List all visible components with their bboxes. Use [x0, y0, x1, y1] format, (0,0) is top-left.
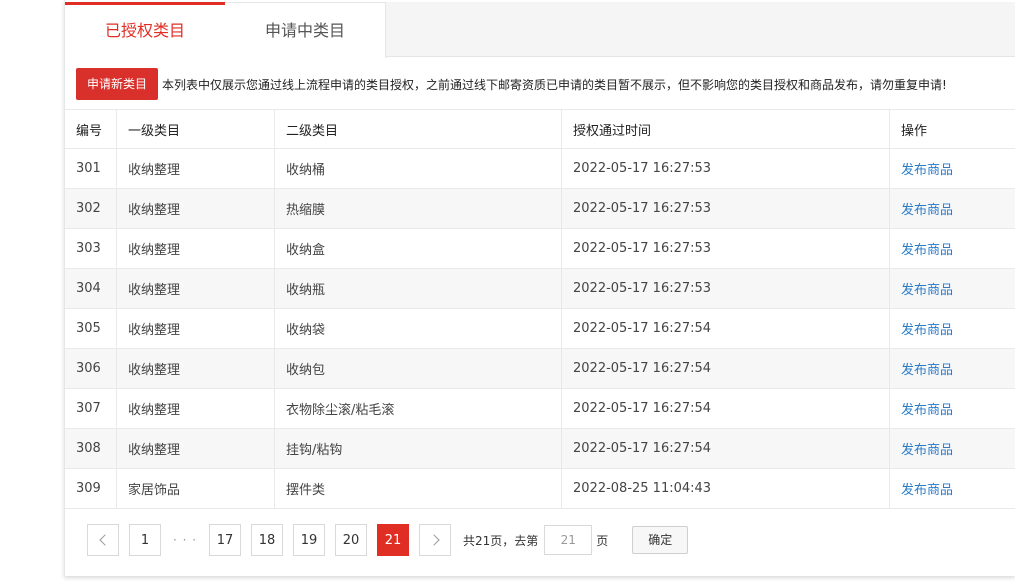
cell-approval-time: 2022-05-17 16:27:54 — [562, 429, 890, 468]
cell-level2-category: 收纳桶 — [275, 149, 562, 188]
publish-product-link[interactable]: 发布商品 — [901, 399, 953, 418]
cell-actions: 发布商品 — [890, 469, 1015, 508]
header-actions: 操作 — [901, 123, 928, 139]
chevron-left-icon — [98, 534, 111, 546]
cell-approval-time: 2022-05-17 16:27:53 — [562, 189, 890, 228]
next-page-button[interactable] — [419, 524, 451, 556]
total-pages-text: 共21页，去第 — [463, 533, 539, 548]
table-row: 305 收纳整理 收纳袋 2022-05-17 16:27:54 发布商品 — [65, 309, 1015, 349]
tab-bar: 已授权类目 申请中类目 — [65, 2, 1015, 58]
publish-product-link[interactable]: 发布商品 — [901, 439, 953, 458]
tab-pending-categories[interactable]: 申请中类目 — [225, 2, 386, 58]
publish-product-link[interactable]: 发布商品 — [901, 199, 953, 218]
page-button-17[interactable]: 17 — [209, 524, 241, 556]
table-row: 301 收纳整理 收纳桶 2022-05-17 16:27:53 发布商品 — [65, 149, 1015, 189]
cell-level2-category: 衣物除尘滚/粘毛滚 — [275, 389, 562, 428]
cell-id: 301 — [65, 149, 117, 188]
cell-level2-category: 收纳袋 — [275, 309, 562, 348]
confirm-goto-button[interactable]: 确定 — [632, 526, 689, 554]
cell-actions: 发布商品 — [890, 229, 1015, 268]
cell-level1-category: 收纳整理 — [117, 389, 275, 428]
notice-bar: 申请新类目 本列表中仅展示您通过线上流程申请的类目授权，之前通过线下邮寄资质已申… — [76, 68, 947, 100]
cell-level2-category: 挂钩/粘钩 — [275, 429, 562, 468]
cell-actions: 发布商品 — [890, 309, 1015, 348]
table-row: 303 收纳整理 收纳盒 2022-05-17 16:27:53 发布商品 — [65, 229, 1015, 269]
table-row: 304 收纳整理 收纳瓶 2022-05-17 16:27:53 发布商品 — [65, 269, 1015, 309]
cell-level2-category: 收纳盒 — [275, 229, 562, 268]
table-header-row: 编号 一级类目 二级类目 授权通过时间 操作 — [65, 110, 1015, 149]
cell-level2-category: 收纳瓶 — [275, 269, 562, 308]
table-row: 306 收纳整理 收纳包 2022-05-17 16:27:54 发布商品 — [65, 349, 1015, 389]
page-suffix: 页 — [596, 533, 609, 548]
cell-actions: 发布商品 — [890, 349, 1015, 388]
chevron-right-icon — [427, 534, 440, 546]
category-table: 编号 一级类目 二级类目 授权通过时间 操作 301 收纳整理 收纳桶 2022-05… — [65, 110, 1015, 509]
publish-product-link[interactable]: 发布商品 — [901, 239, 953, 258]
cell-id: 306 — [65, 349, 117, 388]
cell-approval-time: 2022-05-17 16:27:53 — [562, 229, 890, 268]
apply-new-category-button[interactable]: 申请新类目 — [76, 68, 158, 100]
cell-actions: 发布商品 — [890, 429, 1015, 468]
header-id: 编号 — [65, 110, 117, 148]
publish-product-link[interactable]: 发布商品 — [901, 479, 953, 498]
cell-level2-category: 收纳包 — [275, 349, 562, 388]
cell-approval-time: 2022-08-25 11:04:43 — [562, 469, 890, 508]
publish-product-link[interactable]: 发布商品 — [901, 279, 953, 298]
header-level2-category: 二级类目 — [275, 110, 562, 148]
table-row: 309 家居饰品 摆件类 2022-08-25 11:04:43 发布商品 — [65, 469, 1015, 509]
prev-page-button[interactable] — [87, 524, 119, 556]
cell-level1-category: 收纳整理 — [117, 189, 275, 228]
cell-level1-category: 收纳整理 — [117, 309, 275, 348]
pagination-ellipsis: · · · — [172, 533, 198, 547]
table-row: 308 收纳整理 挂钩/粘钩 2022-05-17 16:27:54 发布商品 — [65, 429, 1015, 469]
cell-approval-time: 2022-05-17 16:27:54 — [562, 309, 890, 348]
cell-level1-category: 收纳整理 — [117, 269, 275, 308]
publish-product-link[interactable]: 发布商品 — [901, 359, 953, 378]
cell-id: 302 — [65, 189, 117, 228]
cell-level1-category: 收纳整理 — [117, 229, 275, 268]
tab-authorized-categories[interactable]: 已授权类目 — [65, 2, 225, 58]
page-button-20[interactable]: 20 — [335, 524, 367, 556]
cell-actions: 发布商品 — [890, 189, 1015, 228]
cell-id: 304 — [65, 269, 117, 308]
header-approval-time: 授权通过时间 — [562, 110, 890, 148]
goto-page-input[interactable] — [544, 525, 593, 555]
publish-product-link[interactable]: 发布商品 — [901, 159, 953, 178]
table-body: 301 收纳整理 收纳桶 2022-05-17 16:27:53 发布商品 302 收纳整理… — [65, 149, 1015, 509]
cell-level1-category: 家居饰品 — [117, 469, 275, 508]
current-page-button[interactable]: 21 — [377, 524, 409, 556]
cell-actions: 发布商品 — [890, 389, 1015, 428]
publish-product-link[interactable]: 发布商品 — [901, 319, 953, 338]
cell-id: 305 — [65, 309, 117, 348]
table-row: 302 收纳整理 热缩膜 2022-05-17 16:27:53 发布商品 — [65, 189, 1015, 229]
cell-level2-category: 热缩膜 — [275, 189, 562, 228]
cell-id: 303 — [65, 229, 117, 268]
cell-id: 309 — [65, 469, 117, 508]
cell-approval-time: 2022-05-17 16:27:53 — [562, 149, 890, 188]
page-button-18[interactable]: 18 — [251, 524, 283, 556]
cell-level1-category: 收纳整理 — [117, 349, 275, 388]
category-panel: 已授权类目 申请中类目 申请新类目 本列表中仅展示您通过线上流程申请的类目授权，… — [64, 0, 1015, 576]
table-row: 307 收纳整理 衣物除尘滚/粘毛滚 2022-05-17 16:27:54 发布商品 — [65, 389, 1015, 429]
cell-approval-time: 2022-05-17 16:27:53 — [562, 269, 890, 308]
pagination: 1 · · · 17 18 19 20 21 共21页，去第 页 确定 — [87, 524, 689, 556]
cell-level2-category: 摆件类 — [275, 469, 562, 508]
notice-text: 本列表中仅展示您通过线上流程申请的类目授权，之前通过线下邮寄资质已申请的类目暂不… — [162, 77, 947, 92]
cell-id: 308 — [65, 429, 117, 468]
cell-level1-category: 收纳整理 — [117, 429, 275, 468]
cell-approval-time: 2022-05-17 16:27:54 — [562, 389, 890, 428]
cell-actions: 发布商品 — [890, 149, 1015, 188]
cell-id: 307 — [65, 389, 117, 428]
page-button-19[interactable]: 19 — [293, 524, 325, 556]
cell-approval-time: 2022-05-17 16:27:54 — [562, 349, 890, 388]
page-button-1[interactable]: 1 — [129, 524, 161, 556]
cell-level1-category: 收纳整理 — [117, 149, 275, 188]
cell-actions: 发布商品 — [890, 269, 1015, 308]
header-level1-category: 一级类目 — [117, 110, 275, 148]
